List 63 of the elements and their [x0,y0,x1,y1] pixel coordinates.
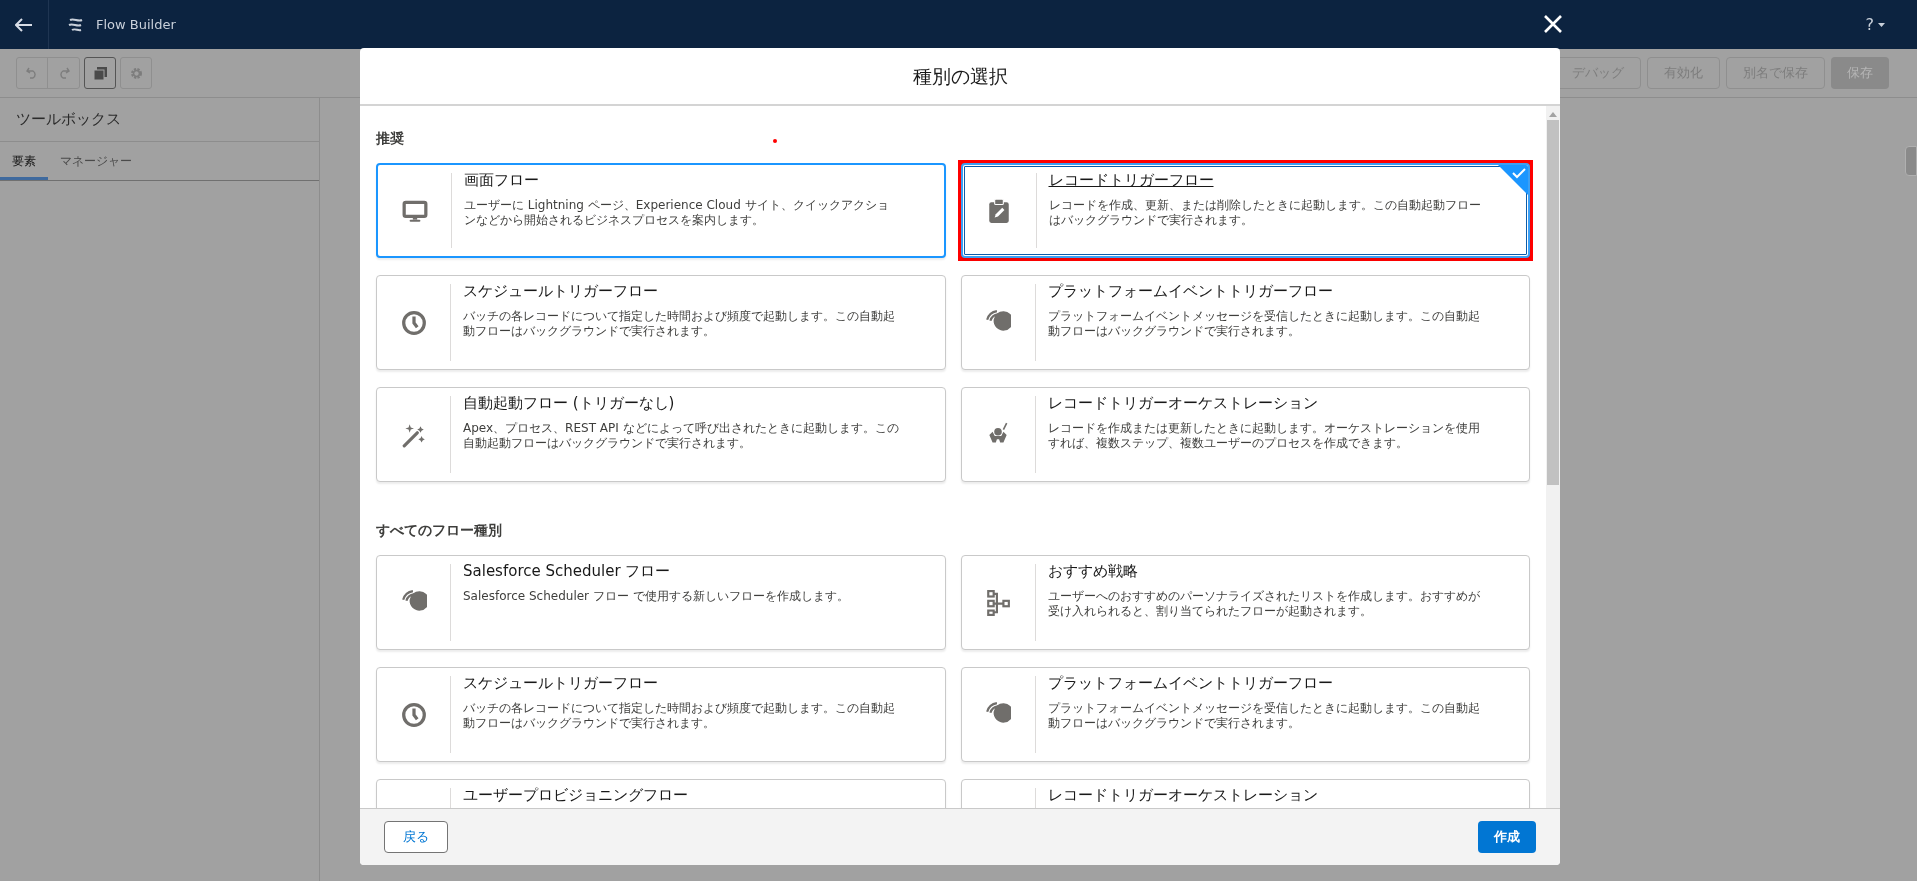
card-description: バッチの各レコードについて指定した時間および頻度で起動します。この自動起動フローはバックグラウンドで実行されます。 [463,309,896,339]
card-title: 画面フロー [464,170,539,191]
settings-button[interactable] [120,57,152,89]
scroll-up-icon [1549,112,1557,117]
card-title: Salesforce Scheduler フロー [463,561,671,582]
flow-type-card[interactable]: Salesforce Scheduler フロー Salesforce Scheduler フロー で使用する新しいフローを作成します。 [376,555,946,650]
panel-toggle-tab[interactable] [1905,146,1917,176]
back-button[interactable]: 戻る [384,821,448,853]
hierarchy-icon [985,589,1011,616]
checkmark-icon [1498,165,1528,195]
clipboard-edit-icon [986,197,1012,224]
flow-icon [67,16,85,33]
toolbox-title: ツールボックス [0,98,319,142]
card-description: バッチの各レコードについて指定した時間および頻度で起動します。この自動起動フローはバックグラウンドで実行されます。 [463,701,896,731]
card-title: レコードトリガーオーケストレーション [1047,785,1318,806]
flow-type-card[interactable]: スケジュールトリガーフロー バッチの各レコードについて指定した時間および頻度で起動します。この自動起動フローはバックグラウンドで実行されます。 [376,667,946,762]
flow-type-card[interactable]: レコードトリガーオーケストレーション [960,779,1530,808]
flow-type-card[interactable]: おすすめ戦略 ユーザーへのおすすめのパーソナライズされたリストを作成します。おすすめが受け入れられると、割り当てられたフローが起動されます。 [960,555,1530,650]
card-title: スケジュールトリガーフロー [463,281,658,302]
flow-type-card[interactable]: 自動起動フロー (トリガーなし) Apex、プロセス、REST API などによって呼び出されたときに起動します。この自動起動フローはバックグラウンドで実行されます。 [376,387,946,482]
card-description: プラットフォームイベントメッセージを受信したときに起動します。この自動起動フローはバックグラウンドで実行されます。 [1047,701,1481,731]
app-title: Flow Builder [96,15,176,34]
copy-icon [93,66,107,80]
card-description: Apex、プロセス、REST API などによって呼び出されたときに起動します。この自動起動フローはバックグラウンドで実行されます。 [463,421,900,451]
flow-type-card[interactable]: レコードトリガーフロー レコードを作成、更新、または削除したときに起動します。この自動起動フローはバックグラウンドで実行されます。 [960,163,1530,258]
scrollbar-thumb[interactable] [1547,120,1559,485]
toolbox-tab[interactable]: 要素 [0,142,48,180]
flow-type-card[interactable]: プラットフォームイベントトリガーフロー プラットフォームイベントメッセージを受信したときに起動します。この自動起動フローはバックグラウンドで実行されます。 [960,275,1530,370]
redo-icon [57,67,70,79]
card-description: プラットフォームイベントメッセージを受信したときに起動します。この自動起動フローはバックグラウンドで実行されます。 [1047,309,1481,339]
clock-icon [400,309,427,336]
toolbox-tab[interactable]: マネージャー [48,142,144,180]
flow-type-card[interactable]: 画面フロー ユーザーに Lightning ページ、Experience Cloud サイト、クイックアクションなどから開始されるビジネスプロセスを案内します。 [376,163,946,258]
settings-icon [129,66,143,80]
section-heading: 推奨 [376,129,404,148]
card-description: ユーザーへのおすすめのパーソナライズされたリストを作成します。おすすめが受け入れられると、割り当てられたフローが起動されます。 [1047,589,1481,619]
caret-icon [1878,22,1885,27]
clock-icon [400,701,427,728]
flow-type-card[interactable]: ユーザープロビジョニングフロー [376,779,946,808]
card-title: レコードトリガーオーケストレーション [1047,393,1318,414]
card-description: レコードを作成、更新、または削除したときに起動します。この自動起動フローはバックグラウンドで実行されます。 [1048,198,1482,228]
card-title: 自動起動フロー (トリガーなし) [463,393,675,414]
section-heading: すべてのフロー種別 [376,521,502,540]
create-button[interactable]: 作成 [1478,821,1536,853]
card-description: ユーザーに Lightning ページ、Experience Cloud サイト、クイックアクションなどから開始されるビジネスプロセスを案内します。 [464,198,890,228]
card-title: プラットフォームイベントトリガーフロー [1047,281,1333,302]
back-arrow-icon [15,17,33,32]
undo-icon [26,67,38,79]
card-description: Salesforce Scheduler フロー で使用する新しいフローを作成します。 [463,589,850,604]
card-title: おすすめ戦略 [1047,561,1138,582]
card-title: プラットフォームイベントトリガーフロー [1047,673,1333,694]
flow-type-card[interactable]: プラットフォームイベントトリガーフロー プラットフォームイベントメッセージを受信したときに起動します。この自動起動フローはバックグラウンドで実行されます。 [960,667,1530,762]
card-description: レコードを作成または更新したときに起動します。オーケストレーションを使用すれば、複数ステップ、複数ユーザーのプロセスを作成できます。 [1047,421,1481,451]
copy-button[interactable] [84,57,116,89]
help-menu-button[interactable]: ? [1865,12,1885,37]
close-icon [1544,15,1562,33]
card-title: レコードトリガーフロー [1048,170,1214,191]
flow-type-card[interactable]: レコードトリガーオーケストレーション レコードを作成または更新したときに起動します。オーケストレーションを使用すれば、複数ステップ、複数ユーザーのプロセスを作成できます。 [960,387,1530,482]
modal-title: 種別の選択 [912,63,1008,89]
flow-type-card[interactable]: スケジュールトリガーフロー バッチの各レコードについて指定した時間および頻度で起動します。この自動起動フローはバックグラウンドで実行されます。 [376,275,946,370]
scrollbar[interactable] [1546,106,1560,808]
card-title: ユーザープロビジョニングフロー [463,785,688,806]
card-title: スケジュールトリガーフロー [463,673,658,694]
